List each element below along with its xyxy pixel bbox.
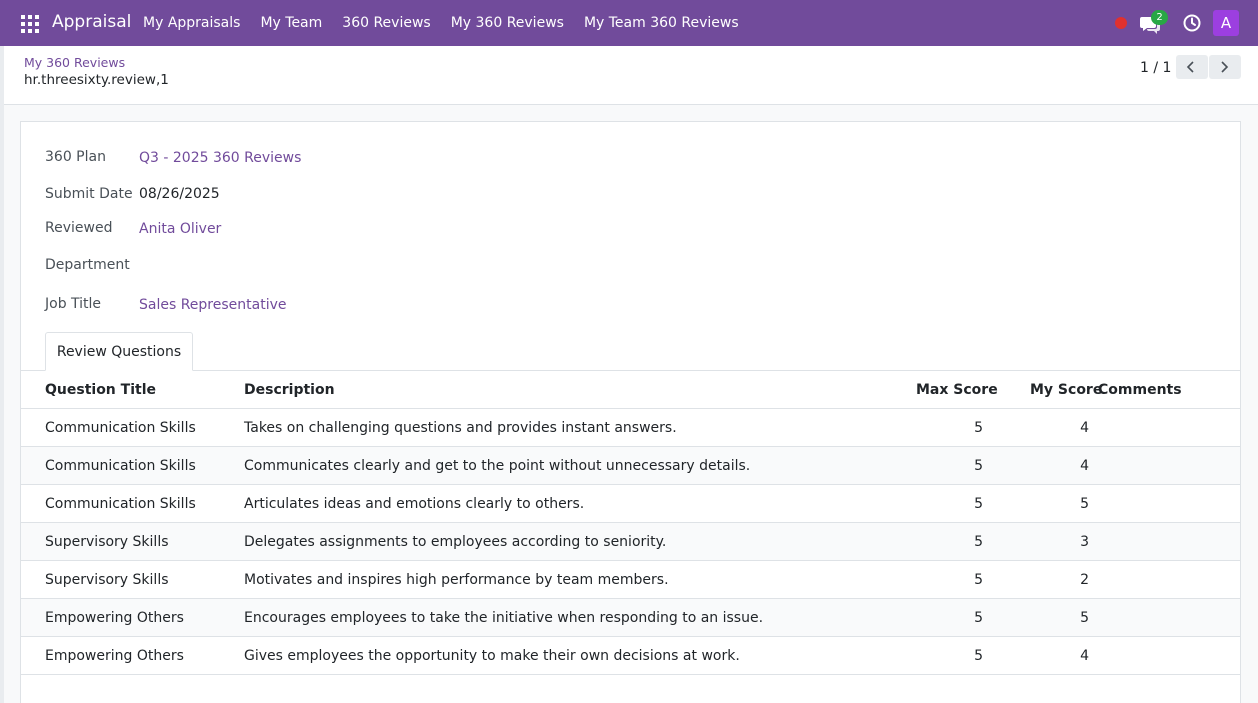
table-row[interactable]: Supervisory Skills Motivates and inspire…: [21, 561, 1240, 599]
job-title-label: Job Title: [45, 296, 102, 312]
menu-my-360-reviews[interactable]: My 360 Reviews: [441, 0, 574, 46]
table-row[interactable]: Empowering Others Encourages employees t…: [21, 599, 1240, 637]
reviewed-label: Reviewed: [45, 220, 113, 236]
cell-description: Communicates clearly and get to the poin…: [244, 458, 751, 474]
job-title-value[interactable]: Sales Representative: [139, 297, 287, 313]
chevron-left-icon: [1186, 61, 1194, 73]
column-header-comments[interactable]: Comments: [1098, 382, 1182, 398]
tab-review-questions[interactable]: Review Questions: [45, 332, 193, 371]
cell-question-title: Empowering Others: [45, 610, 184, 626]
cell-max-score: 5: [974, 648, 983, 664]
cell-description: Motivates and inspires high performance …: [244, 572, 669, 588]
pager-next-button[interactable]: [1209, 55, 1241, 79]
cell-description: Takes on challenging questions and provi…: [244, 420, 677, 436]
submit-date-label: Submit Date: [45, 186, 133, 202]
main-menu: My Appraisals My Team 360 Reviews My 360…: [133, 0, 749, 46]
cell-my-score: 3: [1080, 534, 1089, 550]
app-name[interactable]: Appraisal: [52, 12, 131, 32]
cell-question-title: Communication Skills: [45, 458, 196, 474]
cell-description: Delegates assignments to employees accor…: [244, 534, 667, 550]
cell-question-title: Supervisory Skills: [45, 534, 169, 550]
table-row[interactable]: Supervisory Skills Delegates assignments…: [21, 523, 1240, 561]
cell-my-score: 4: [1080, 458, 1089, 474]
cell-max-score: 5: [974, 496, 983, 512]
menu-360-reviews[interactable]: 360 Reviews: [332, 0, 440, 46]
menu-my-team-360-reviews[interactable]: My Team 360 Reviews: [574, 0, 749, 46]
reviewed-value[interactable]: Anita Oliver: [139, 221, 221, 237]
clock-icon[interactable]: [1183, 14, 1201, 32]
table-header: Question Title Description Max Score My …: [21, 371, 1240, 409]
submit-date-value: 08/26/2025: [139, 186, 220, 202]
menu-my-team[interactable]: My Team: [250, 0, 332, 46]
user-avatar[interactable]: A: [1213, 10, 1239, 36]
cell-max-score: 5: [974, 420, 983, 436]
top-navbar: Appraisal My Appraisals My Team 360 Revi…: [0, 0, 1258, 46]
table-row[interactable]: Empowering Others Gives employees the op…: [21, 637, 1240, 675]
cell-my-score: 4: [1080, 420, 1089, 436]
pager-previous-button[interactable]: [1176, 55, 1208, 79]
table-row[interactable]: Communication Skills Articulates ideas a…: [21, 485, 1240, 523]
cell-question-title: Supervisory Skills: [45, 572, 169, 588]
cell-my-score: 5: [1080, 610, 1089, 626]
pager-value[interactable]: 1 / 1: [1140, 60, 1171, 76]
cell-question-title: Empowering Others: [45, 648, 184, 664]
cell-question-title: Communication Skills: [45, 420, 196, 436]
cell-my-score: 5: [1080, 496, 1089, 512]
cell-my-score: 2: [1080, 572, 1089, 588]
plan-value[interactable]: Q3 - 2025 360 Reviews: [139, 150, 301, 166]
cell-max-score: 5: [974, 534, 983, 550]
chat-counter-badge: 2: [1151, 10, 1168, 25]
record-dot-icon[interactable]: [1115, 17, 1127, 29]
cell-max-score: 5: [974, 572, 983, 588]
cell-description: Gives employees the opportunity to make …: [244, 648, 740, 664]
plan-label: 360 Plan: [45, 149, 106, 165]
apps-grid-icon[interactable]: [21, 15, 39, 33]
cell-max-score: 5: [974, 610, 983, 626]
column-header-description[interactable]: Description: [244, 382, 335, 398]
cell-description: Articulates ideas and emotions clearly t…: [244, 496, 585, 512]
control-panel: My 360 Reviews hr.threesixty.review,1 1 …: [4, 46, 1258, 105]
menu-my-appraisals[interactable]: My Appraisals: [133, 0, 250, 46]
record-title: hr.threesixty.review,1: [24, 72, 169, 88]
chevron-right-icon: [1221, 61, 1229, 73]
cell-max-score: 5: [974, 458, 983, 474]
department-label: Department: [45, 257, 130, 273]
table-row[interactable]: Communication Skills Communicates clearl…: [21, 447, 1240, 485]
cell-my-score: 4: [1080, 648, 1089, 664]
column-header-max-score[interactable]: Max Score: [916, 382, 998, 398]
column-header-my-score[interactable]: My Score: [1030, 382, 1102, 398]
cell-description: Encourages employees to take the initiat…: [244, 610, 764, 626]
table-row[interactable]: Communication Skills Takes on challengin…: [21, 409, 1240, 447]
cell-question-title: Communication Skills: [45, 496, 196, 512]
column-header-question-title[interactable]: Question Title: [45, 382, 156, 398]
breadcrumb-link[interactable]: My 360 Reviews: [24, 55, 125, 70]
